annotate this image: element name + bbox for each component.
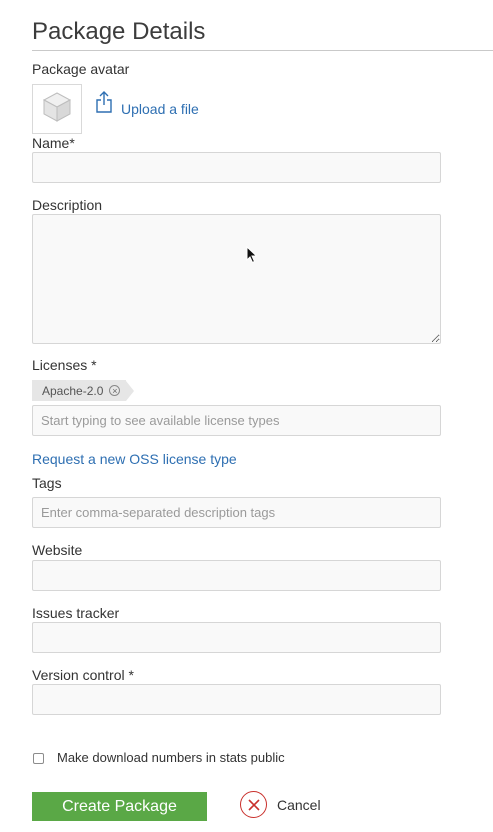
title-divider (32, 50, 493, 51)
upload-icon (95, 90, 113, 119)
version-control-input[interactable] (32, 684, 441, 715)
tags-label: Tags (32, 475, 62, 491)
package-box-icon (42, 91, 72, 128)
cancel-button[interactable]: Cancel (240, 791, 321, 818)
mouse-pointer-icon (246, 245, 258, 269)
description-textarea[interactable] (32, 214, 441, 344)
remove-tag-icon[interactable]: × (109, 385, 121, 396)
upload-file-label: Upload a file (121, 101, 199, 117)
cancel-label: Cancel (277, 796, 321, 813)
page-title: Package Details (32, 18, 206, 45)
licenses-label: Licenses * (32, 357, 97, 373)
issues-tracker-input[interactable] (32, 622, 441, 653)
license-tag-label: Apache-2.0 (42, 383, 104, 398)
description-label: Description (32, 197, 103, 213)
website-label: Website (32, 542, 83, 558)
stats-public-checkbox[interactable] (33, 753, 44, 764)
name-label: Name* (32, 135, 75, 151)
stats-public-label[interactable]: Make download numbers in stats public (57, 750, 285, 765)
package-avatar[interactable] (32, 84, 82, 134)
request-license-link[interactable]: Request a new OSS license type (32, 451, 237, 467)
cancel-x-icon (240, 791, 267, 818)
create-package-button[interactable]: Create Package (32, 792, 207, 821)
tags-input[interactable] (32, 497, 441, 528)
issues-tracker-label: Issues tracker (32, 605, 120, 621)
version-control-label: Version control * (32, 667, 134, 683)
upload-file-button[interactable]: Upload a file (95, 90, 199, 119)
avatar-label: Package avatar (32, 61, 130, 77)
tag-arrow (126, 380, 135, 401)
license-search-input[interactable] (32, 405, 441, 436)
license-tag-apache: Apache-2.0 × (32, 380, 135, 401)
name-input[interactable] (32, 152, 441, 183)
website-input[interactable] (32, 560, 441, 591)
